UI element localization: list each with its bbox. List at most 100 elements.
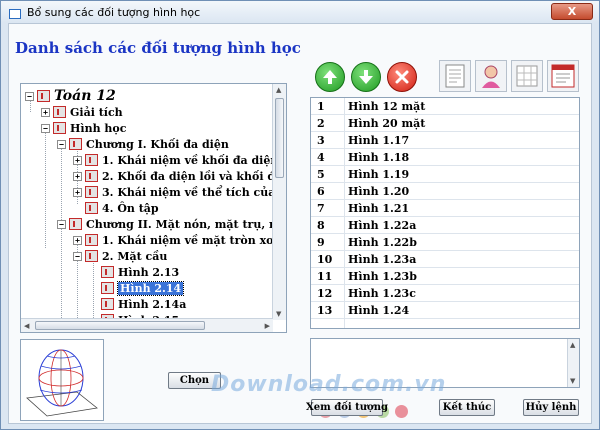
view-object-button[interactable]: Xem đối tượng [306, 399, 388, 416]
expand-icon[interactable]: + [73, 171, 82, 181]
finish-button[interactable]: Kết thúc [439, 399, 495, 416]
tree-item-label: Hình 2.14a [118, 297, 187, 311]
list-item-number: 12 [317, 286, 333, 300]
tree-item[interactable]: − Hình học [41, 120, 126, 136]
scroll-right-icon[interactable]: ▶ [265, 322, 270, 330]
description-scrollbar[interactable]: ▲ ▼ [567, 339, 579, 387]
collapse-icon [89, 268, 98, 277]
delete-x-icon [395, 70, 409, 84]
tree-scroll-thumb[interactable] [275, 98, 284, 178]
list-item-name: Hình 20 mặt [348, 116, 426, 130]
tree-item-label: Hình học [70, 121, 127, 135]
list-item[interactable]: 3 Hình 1.17 [311, 132, 579, 149]
selected-object-list[interactable]: 1 Hình 12 mặt 2 Hình 20 mặt 3 Hình 1.17 4 Hình … [310, 97, 580, 329]
list-item-name: Hình 1.17 [348, 133, 410, 147]
tree-horizontal-scrollbar[interactable]: ◀ ▶ [21, 318, 273, 332]
list-item-name: Hình 1.24 [348, 303, 410, 317]
list-item-number: 9 [317, 235, 325, 249]
list-item[interactable]: 13 Hình 1.24 [311, 302, 579, 319]
tree-hscroll-thumb[interactable] [35, 321, 205, 330]
collapse-icon[interactable]: − [57, 139, 66, 149]
tree-item[interactable]: − Chương II. Mặt nón, mặt trụ, mặt cầu [57, 216, 273, 232]
expand-icon[interactable]: + [73, 187, 82, 197]
tree-item[interactable]: − 2. Mặt cầu [73, 248, 167, 264]
list-item-name: Hình 1.20 [348, 184, 410, 198]
book-icon [85, 186, 98, 198]
tree-item-label: Chương II. Mặt nón, mặt trụ, mặt cầu [86, 217, 273, 231]
collapse-icon[interactable]: − [41, 123, 50, 133]
object-tree[interactable]: − Toán 12 + Giải tích − Hình học − Chương I. Kh… [20, 83, 287, 333]
list-item-number: 13 [317, 303, 333, 317]
arrow-down-icon [359, 70, 373, 84]
tree-item[interactable]: Hình 2.14a [89, 296, 186, 312]
list-item[interactable]: 6 Hình 1.20 [311, 183, 579, 200]
user-tool-button[interactable] [475, 60, 507, 92]
list-item-number: 3 [317, 133, 325, 147]
book-icon [85, 170, 98, 182]
move-down-button[interactable] [351, 62, 381, 92]
collapse-icon [73, 204, 82, 213]
list-item-number: 10 [317, 252, 333, 266]
list-item[interactable]: 9 Hình 1.22b [311, 234, 579, 251]
tree-item[interactable]: 4. Ôn tập [73, 200, 159, 216]
list-item-number: 2 [317, 116, 325, 130]
collapse-icon[interactable]: − [25, 91, 34, 101]
expand-icon[interactable]: + [73, 235, 82, 245]
scroll-up-icon[interactable]: ▲ [570, 341, 575, 349]
list-item[interactable]: 10 Hình 1.23a [311, 251, 579, 268]
scroll-down-icon[interactable]: ▼ [570, 377, 575, 385]
expand-icon[interactable]: + [41, 107, 50, 117]
list-item[interactable]: 12 Hình 1.23c [311, 285, 579, 302]
table-tool-button[interactable] [511, 60, 543, 92]
list-item-number: 11 [317, 269, 333, 283]
tree-item[interactable]: + Giải tích [41, 104, 123, 120]
list-item-name: Hình 1.21 [348, 201, 410, 215]
cancel-button[interactable]: Hủy lệnh [523, 399, 579, 416]
collapse-icon [89, 284, 98, 293]
tree-item[interactable]: − Chương I. Khối đa diện [57, 136, 229, 152]
list-item[interactable]: 2 Hình 20 mặt [311, 115, 579, 132]
delete-button[interactable] [387, 62, 417, 92]
book-icon [101, 266, 114, 278]
document-tool-button[interactable] [439, 60, 471, 92]
close-button[interactable]: X [551, 3, 593, 20]
list-item[interactable]: 8 Hình 1.22a [311, 217, 579, 234]
list-item-number: 1 [317, 99, 325, 113]
tree-item[interactable]: +1. Khái niệm về khối đa diện [73, 152, 273, 168]
book-icon [69, 218, 82, 230]
scroll-up-icon[interactable]: ▲ [276, 86, 281, 94]
tree-item-label: 3. Khái niệm về thể tích của khối đa d [102, 185, 273, 199]
list-item[interactable]: 11 Hình 1.23b [311, 268, 579, 285]
book-icon [551, 64, 575, 88]
tree-item[interactable]: +2. Khối đa diện lồi và khối đa diện đề [73, 168, 273, 184]
title-bar[interactable]: Bổ sung các đối tượng hình học X [1, 1, 599, 23]
shape-preview [20, 339, 104, 421]
expand-icon[interactable]: + [73, 155, 82, 165]
move-up-button[interactable] [315, 62, 345, 92]
scroll-left-icon[interactable]: ◀ [24, 322, 29, 330]
list-item[interactable]: 4 Hình 1.18 [311, 149, 579, 166]
tree-item[interactable]: +1. Khái niệm về mặt tròn xoay [73, 232, 273, 248]
arrow-up-icon [323, 70, 337, 84]
book-icon [69, 138, 82, 150]
book-icon [85, 202, 98, 214]
tree-item[interactable]: − Toán 12 [25, 88, 116, 104]
list-item-number: 4 [317, 150, 325, 164]
list-item-name: Hình 1.22b [348, 235, 417, 249]
window-title: Bổ sung các đối tượng hình học [27, 5, 201, 19]
book-tool-button[interactable] [547, 60, 579, 92]
collapse-icon[interactable]: − [57, 219, 66, 229]
tree-rows: − Toán 12 + Giải tích − Hình học − Chương I. Kh… [21, 84, 273, 320]
list-item[interactable]: 1 Hình 12 mặt [311, 98, 579, 115]
book-icon [85, 250, 98, 262]
collapse-icon[interactable]: − [73, 251, 82, 261]
tree-item-label: Chương I. Khối đa diện [86, 137, 229, 151]
tree-item[interactable]: Hình 2.13 [89, 264, 179, 280]
list-item[interactable]: 5 Hình 1.19 [311, 166, 579, 183]
tree-item-selected[interactable]: Hình 2.14 [89, 280, 185, 296]
book-icon [101, 298, 114, 310]
tree-item[interactable]: +3. Khái niệm về thể tích của khối đa d [73, 184, 273, 200]
list-item[interactable]: 7 Hình 1.21 [311, 200, 579, 217]
scroll-down-icon[interactable]: ▼ [276, 310, 281, 318]
tree-vertical-scrollbar[interactable]: ▲ ▼ [272, 84, 286, 320]
